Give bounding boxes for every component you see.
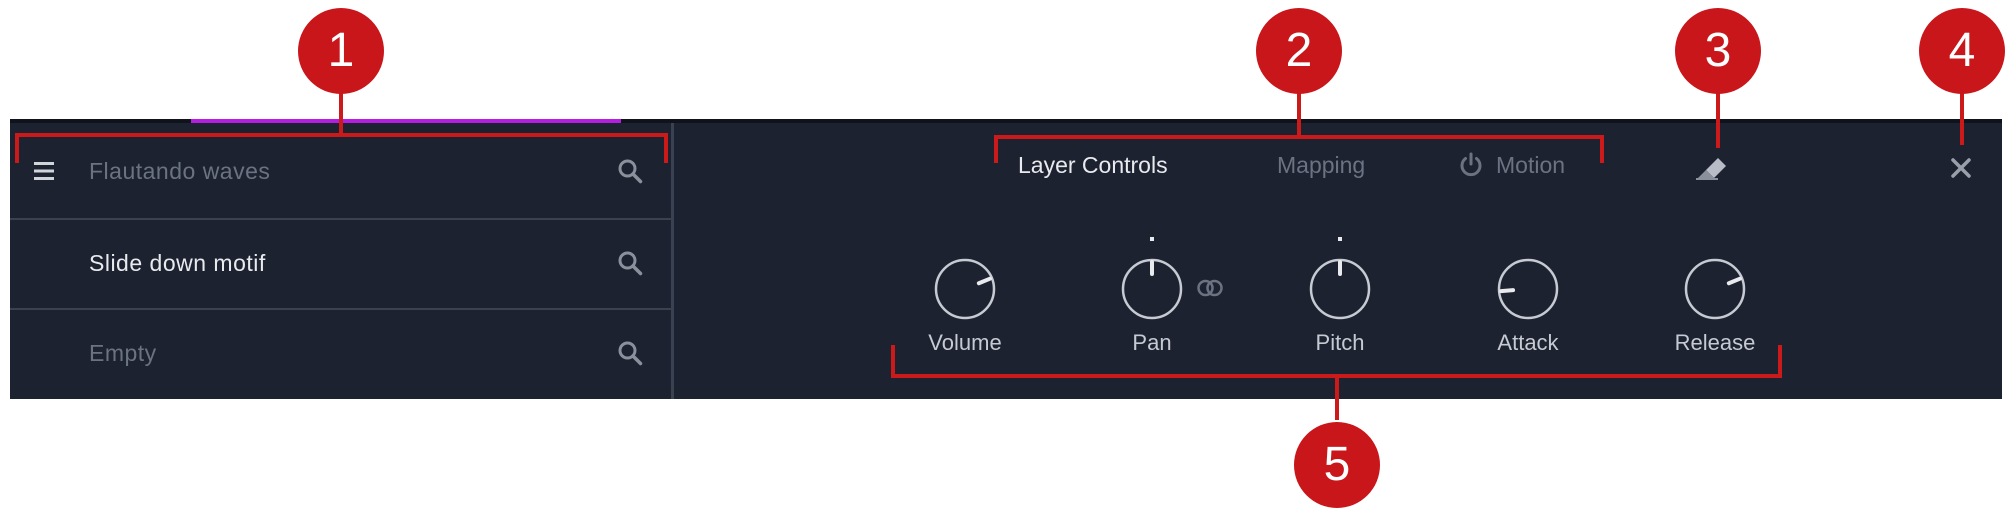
callout-1: 1: [298, 8, 384, 94]
callout-5: 5: [1294, 422, 1380, 508]
callout-2: 2: [1256, 8, 1342, 94]
callout-4: 4: [1919, 8, 2005, 94]
callout-3: 3: [1675, 8, 1761, 94]
